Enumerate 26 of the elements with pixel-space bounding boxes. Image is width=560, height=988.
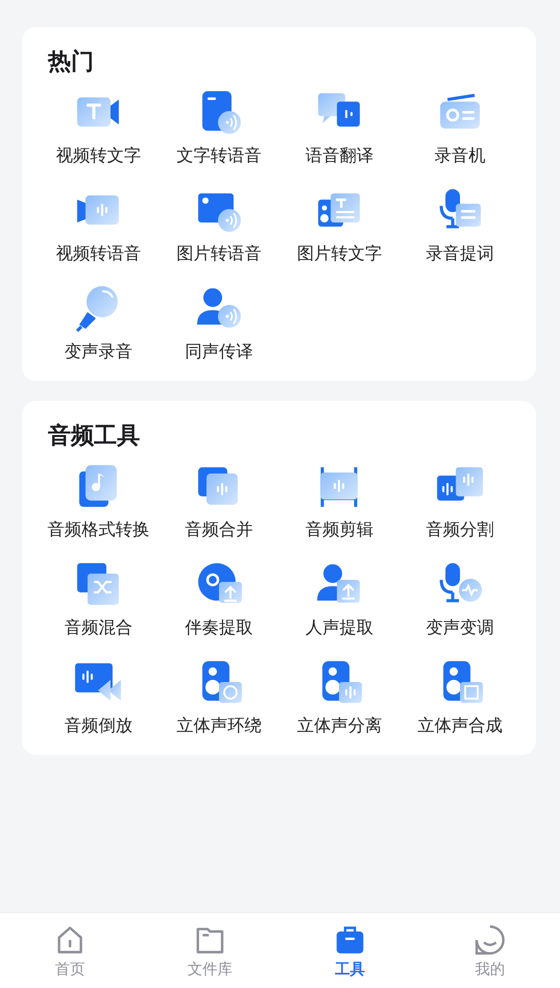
tool-label[interactable]: 音频倒放 (64, 715, 132, 737)
tool-label[interactable]: 伴奏提取 (184, 617, 253, 639)
tool-label[interactable]: 音频格式转换 (47, 519, 150, 541)
tool-label[interactable]: 视频转语音 (56, 243, 141, 265)
tool-label[interactable]: 图片转文字 (296, 243, 382, 265)
tool-label[interactable]: 图片转语音 (176, 243, 262, 265)
tool-label[interactable]: 变声录音 (64, 341, 132, 363)
tool-label[interactable]: 录音提词 (426, 243, 494, 265)
tool-label[interactable]: 音频合并 (184, 519, 253, 541)
tool-label[interactable]: 语音翻译 (305, 145, 374, 167)
tool-label[interactable]: 音频剪辑 (305, 519, 374, 541)
section-title: 音频工具 (48, 422, 141, 451)
section-title: 热门 (48, 48, 95, 77)
tool-label[interactable]: 音频混合 (64, 617, 132, 639)
tool-label[interactable]: 人声提取 (305, 617, 374, 639)
tool-label[interactable]: 变声变调 (426, 617, 494, 639)
tool-label[interactable]: 立体声分离 (296, 715, 382, 737)
tool-label[interactable]: 录音机 (434, 145, 486, 167)
chat-smile-icon (473, 922, 507, 956)
tool-label[interactable]: 文字转语音 (176, 145, 262, 167)
tool-label[interactable]: 立体声合成 (417, 715, 502, 737)
tool-label[interactable]: 视频转文字 (56, 145, 141, 167)
nav-tab[interactable]: 工具 (280, 913, 420, 988)
tool-label[interactable]: 立体声环绕 (176, 715, 262, 737)
tool-label[interactable]: 音频分割 (426, 519, 494, 541)
tool-label[interactable]: 同声传译 (184, 341, 253, 363)
